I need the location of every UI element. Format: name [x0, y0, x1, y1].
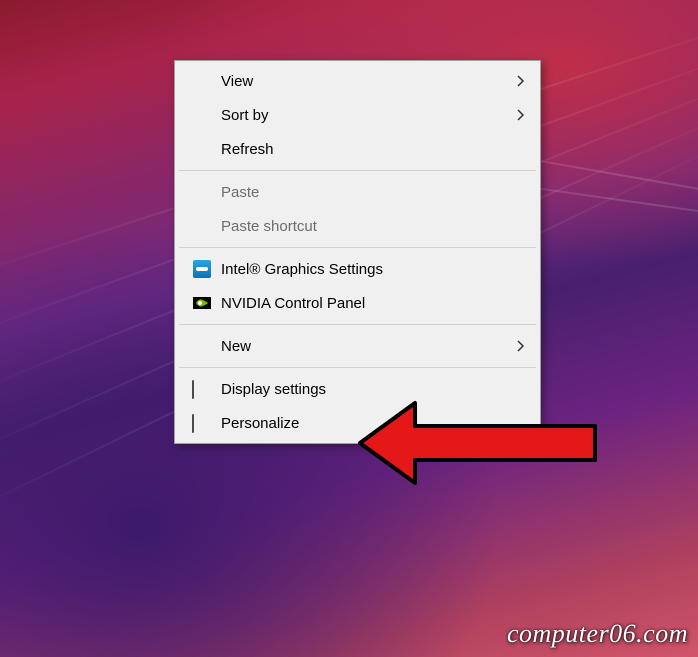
menu-label: View — [215, 73, 512, 90]
watermark-text: computer06.com — [507, 619, 688, 649]
menu-label: NVIDIA Control Panel — [215, 295, 530, 312]
menu-label: Refresh — [215, 141, 530, 158]
menu-label: Sort by — [215, 107, 512, 124]
icon-slot — [189, 335, 215, 357]
menu-label: Display settings — [215, 381, 530, 398]
menu-label: Paste shortcut — [215, 218, 530, 235]
menu-item-intel-graphics[interactable]: Intel® Graphics Settings — [177, 252, 538, 286]
menu-item-display-settings[interactable]: Display settings — [177, 372, 538, 406]
icon-slot — [189, 215, 215, 237]
chevron-right-icon — [512, 109, 530, 121]
chevron-right-icon — [512, 75, 530, 87]
menu-separator — [179, 170, 536, 171]
icon-slot — [189, 104, 215, 126]
menu-label: Paste — [215, 184, 530, 201]
menu-separator — [179, 324, 536, 325]
menu-item-sort-by[interactable]: Sort by — [177, 98, 538, 132]
menu-item-refresh[interactable]: Refresh — [177, 132, 538, 166]
chevron-right-icon — [512, 340, 530, 352]
menu-label: Personalize — [215, 415, 530, 432]
menu-separator — [179, 247, 536, 248]
menu-item-view[interactable]: View — [177, 64, 538, 98]
nvidia-icon — [189, 292, 215, 314]
menu-separator — [179, 367, 536, 368]
menu-item-personalize[interactable]: Personalize — [177, 406, 538, 440]
desktop-context-menu: View Sort by Refresh Paste Paste shortcu… — [174, 60, 541, 444]
icon-slot — [189, 70, 215, 92]
menu-item-nvidia-control-panel[interactable]: NVIDIA Control Panel — [177, 286, 538, 320]
menu-label: Intel® Graphics Settings — [215, 261, 530, 278]
menu-item-paste: Paste — [177, 175, 538, 209]
menu-label: New — [215, 338, 512, 355]
menu-item-new[interactable]: New — [177, 329, 538, 363]
display-icon — [189, 378, 215, 400]
menu-item-paste-shortcut: Paste shortcut — [177, 209, 538, 243]
icon-slot — [189, 138, 215, 160]
personalize-icon — [189, 412, 215, 434]
icon-slot — [189, 181, 215, 203]
intel-icon — [189, 258, 215, 280]
